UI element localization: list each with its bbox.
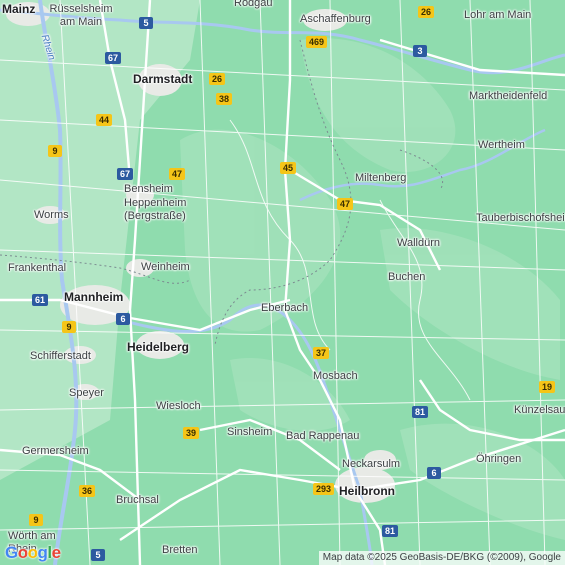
- place-label: Lohr am Main: [464, 9, 532, 21]
- place-label: Künzelsau: [514, 404, 565, 416]
- federal-road-shield: 469: [306, 36, 328, 48]
- federal-road-shield: 26: [418, 6, 435, 18]
- place-label: Mainz: [2, 2, 36, 16]
- motorway-shield: 81: [412, 406, 429, 418]
- motorway-shield: 67: [105, 52, 122, 64]
- place-label: Mosbach: [313, 370, 358, 382]
- federal-road-shield: 26: [209, 73, 226, 85]
- place-label: Rüsselsheim am Main: [49, 3, 113, 28]
- place-label: Sinsheim: [227, 426, 273, 438]
- motorway-shield: 5: [139, 17, 153, 29]
- place-label: Heppenheim (Bergstraße): [124, 197, 187, 222]
- motorway-shield: 6: [427, 467, 441, 479]
- map-view[interactable]: Mainz Rüsselsheim am Main Rodgau Aschaff…: [0, 0, 565, 565]
- motorway-shield: 61: [32, 294, 49, 306]
- place-label: Walldürn: [397, 237, 440, 249]
- place-label: Rodgau: [234, 0, 273, 9]
- map-attribution[interactable]: Map data ©2025 GeoBasis-DE/BKG (©2009), …: [318, 551, 565, 565]
- motorway-shield: 67: [117, 168, 134, 180]
- federal-road-shield: 45: [280, 162, 297, 174]
- federal-road-shield: 9: [48, 145, 62, 157]
- place-label: Wiesloch: [156, 400, 201, 412]
- federal-road-shield: 9: [29, 514, 43, 526]
- motorway-shield: 6: [116, 313, 130, 325]
- place-label: Eberbach: [261, 302, 309, 314]
- motorway-shield: 81: [382, 525, 399, 537]
- google-logo: Google: [5, 543, 61, 562]
- place-label: Mannheim: [64, 290, 124, 304]
- map-base-layer: [0, 0, 565, 565]
- motorway-shield: 3: [413, 45, 427, 57]
- place-label: Darmstadt: [133, 72, 193, 86]
- place-label: Neckarsulm: [342, 458, 401, 470]
- place-label: Bruchsal: [116, 494, 159, 506]
- place-label: Schifferstadt: [30, 350, 91, 362]
- federal-road-shield: 19: [539, 381, 556, 393]
- federal-road-shield: 38: [216, 93, 233, 105]
- federal-road-shield: 36: [79, 485, 96, 497]
- place-label: Marktheidenfeld: [469, 90, 548, 102]
- place-label: Öhringen: [476, 453, 522, 465]
- place-label: Heilbronn: [339, 484, 395, 498]
- federal-road-shield: 39: [183, 427, 200, 439]
- place-label: Tauberbischofsheim: [476, 212, 565, 224]
- place-label: Bretten: [162, 544, 198, 556]
- place-label: Bad Rappenau: [286, 430, 360, 442]
- federal-road-shield: 47: [169, 168, 186, 180]
- place-label: Miltenberg: [355, 172, 407, 184]
- federal-road-shield: 293: [313, 483, 335, 495]
- federal-road-shield: 37: [313, 347, 330, 359]
- place-label: Aschaffenburg: [300, 13, 371, 25]
- place-label: Germersheim: [22, 445, 89, 457]
- motorway-shield: 5: [91, 549, 105, 561]
- place-label: Buchen: [388, 271, 426, 283]
- place-label: Frankenthal: [8, 262, 67, 274]
- place-label: Weinheim: [141, 261, 190, 273]
- place-label: Speyer: [69, 387, 104, 399]
- place-label: Worms: [34, 209, 69, 221]
- place-label: Wertheim: [478, 139, 525, 151]
- place-label: Bensheim: [124, 183, 173, 195]
- place-label: Heidelberg: [127, 340, 190, 354]
- federal-road-shield: 9: [62, 321, 76, 333]
- federal-road-shield: 47: [337, 198, 354, 210]
- federal-road-shield: 44: [96, 114, 113, 126]
